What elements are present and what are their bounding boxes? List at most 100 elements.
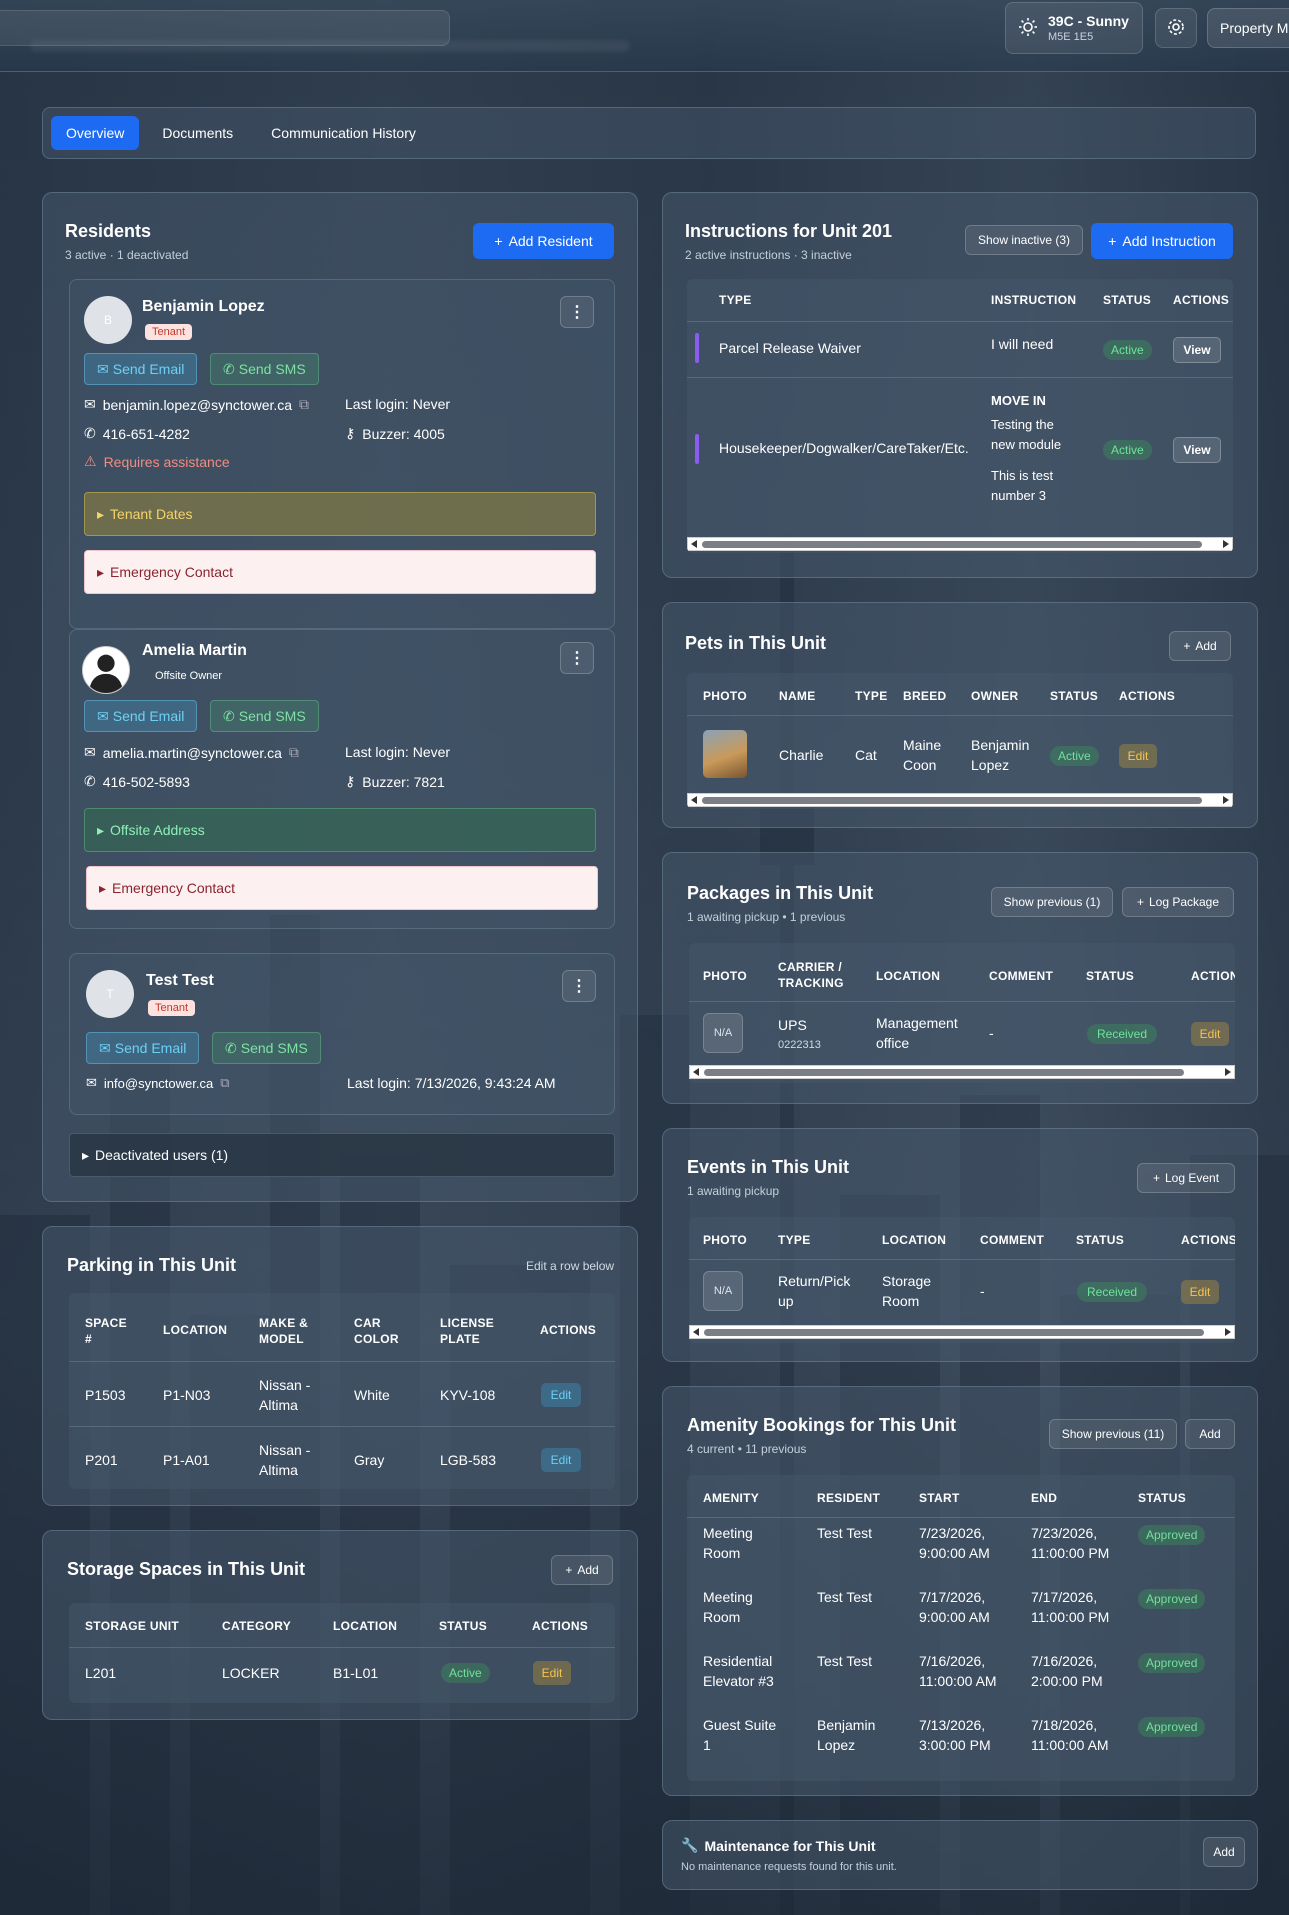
add-maintenance-button[interactable]: Add <box>1203 1837 1245 1867</box>
assistance-row: ⚠ Requires assistance <box>84 453 230 470</box>
caret-right-icon: ▸ <box>97 821 105 838</box>
role-badge: Tenant <box>145 324 193 340</box>
table-cell: Test Test <box>817 1525 872 1541</box>
deactivated-users-toggle[interactable]: ▸ Deactivated users (1) <box>69 1133 615 1177</box>
top-nav <box>30 40 630 52</box>
table-cell: Nissan - Altima <box>259 1377 311 1413</box>
edit-button[interactable]: Edit <box>541 1448 581 1472</box>
table-cell: 7/23/2026, 11:00:00 PM <box>1031 1525 1110 1561</box>
show-inactive-button[interactable]: Show inactive (3) <box>965 225 1083 255</box>
more-options-button[interactable]: ⋮ <box>562 970 596 1002</box>
edit-button[interactable]: Edit <box>1119 744 1157 768</box>
table-cell: Guest Suite 1 <box>703 1717 777 1753</box>
edit-button[interactable]: Edit <box>1191 1022 1229 1046</box>
edit-button[interactable]: Edit <box>533 1661 571 1685</box>
show-previous-button[interactable]: Show previous (1) <box>991 887 1113 917</box>
settings-button[interactable] <box>1155 8 1197 48</box>
table-cell: 7/18/2026, 11:00:00 AM <box>1031 1717 1109 1753</box>
view-button[interactable]: View <box>1173 337 1221 363</box>
send-email-button[interactable]: ✉ Send Email <box>84 353 198 385</box>
col-header: LOCATION <box>163 1323 228 1337</box>
residents-title: Residents <box>65 221 152 241</box>
col-header: MAKE & MODEL <box>259 1316 309 1346</box>
log-package-button[interactable]: + Log Package <box>1122 887 1234 917</box>
horizontal-scrollbar[interactable] <box>689 1065 1235 1079</box>
plus-icon: + <box>494 233 503 249</box>
role-badge: Tenant <box>148 1000 196 1016</box>
mail-icon: ✉ <box>86 1075 97 1090</box>
col-header: COMMENT <box>980 1233 1045 1247</box>
warning-icon: ⚠ <box>84 453 97 469</box>
col-header: CARRIER / TRACKING <box>778 960 844 990</box>
parking-title: Parking in This Unit <box>67 1255 237 1275</box>
log-event-button[interactable]: + Log Event <box>1137 1163 1235 1193</box>
storage-table: STORAGE UNIT CATEGORY LOCATION STATUS AC… <box>69 1603 615 1703</box>
add-instruction-button[interactable]: + Add Instruction <box>1091 223 1233 259</box>
table-cell: 7/23/2026, 9:00:00 AM <box>919 1525 990 1561</box>
tab-communication-history[interactable]: Communication History <box>256 116 431 150</box>
table-cell: B1-L01 <box>333 1665 379 1681</box>
phone-row: ✆ 416-502-5893 <box>84 773 190 790</box>
amenity-subtitle: 4 current • 11 previous <box>687 1442 807 1456</box>
phone-icon: ✆ <box>223 360 235 377</box>
send-sms-button[interactable]: ✆ Send SMS <box>210 353 319 385</box>
tenant-dates-toggle[interactable]: ▸ Tenant Dates <box>84 492 596 536</box>
copy-icon[interactable]: ⧉ <box>299 396 309 413</box>
send-sms-button[interactable]: ✆ Send SMS <box>210 700 319 732</box>
packages-subtitle: 1 awaiting pickup • 1 previous <box>687 910 846 924</box>
send-email-button[interactable]: ✉ Send Email <box>84 700 198 732</box>
table-cell: L201 <box>85 1665 117 1681</box>
add-booking-button[interactable]: Add <box>1185 1419 1235 1449</box>
col-header: INSTRUCTION <box>991 293 1077 307</box>
status-badge: Approved <box>1138 1589 1206 1609</box>
emergency-contact-toggle[interactable]: ▸ Emergency Contact <box>86 866 598 910</box>
col-header: STATUS <box>1103 293 1152 307</box>
caret-right-icon: ▸ <box>97 505 105 522</box>
pet-photo[interactable] <box>703 730 747 778</box>
tab-documents[interactable]: Documents <box>147 116 248 150</box>
copy-icon[interactable]: ⧉ <box>220 1075 229 1091</box>
edit-button[interactable]: Edit <box>1181 1280 1219 1304</box>
col-header: CATEGORY <box>222 1619 292 1633</box>
view-button[interactable]: View <box>1173 437 1221 463</box>
add-pet-button[interactable]: + Add <box>1169 631 1231 661</box>
table-cell: Residential Elevator #3 <box>703 1653 774 1689</box>
edit-button[interactable]: Edit <box>541 1383 581 1407</box>
table-cell: Meeting Room <box>703 1525 753 1561</box>
col-header: PHOTO <box>703 689 747 703</box>
status-badge: Active <box>441 1663 490 1683</box>
phone-row: ✆ 416-651-4282 <box>84 425 190 442</box>
col-header: BREED <box>903 689 947 703</box>
table-cell: Housekeeper/Dogwalker/CareTaker/Etc. <box>719 440 969 456</box>
table-cell: Charlie <box>779 747 824 763</box>
col-header: AMENITY <box>703 1491 760 1505</box>
table-cell: P1503 <box>85 1387 126 1403</box>
send-email-button[interactable]: ✉ Send Email <box>86 1032 200 1064</box>
more-options-button[interactable]: ⋮ <box>560 642 594 674</box>
more-options-button[interactable]: ⋮ <box>560 296 594 328</box>
property-menu-button[interactable]: Property M <box>1207 8 1289 48</box>
key-icon: ⚷ <box>345 773 356 789</box>
horizontal-scrollbar[interactable] <box>689 1325 1235 1339</box>
horizontal-scrollbar[interactable] <box>687 793 1233 807</box>
emergency-contact-toggle[interactable]: ▸ Emergency Contact <box>84 550 596 594</box>
col-header: COMMENT <box>989 969 1054 983</box>
copy-icon[interactable]: ⧉ <box>289 744 299 761</box>
horizontal-scrollbar[interactable] <box>687 537 1233 551</box>
add-storage-button[interactable]: + Add <box>551 1555 613 1585</box>
col-header: SPACE # <box>85 1316 127 1346</box>
col-header: ACTIONS <box>1173 293 1230 307</box>
show-previous-button[interactable]: Show previous (11) <box>1049 1419 1177 1449</box>
pets-table: PHOTO NAME TYPE BREED OWNER STATUS ACTIO… <box>687 673 1233 809</box>
plus-icon: + <box>1183 639 1191 653</box>
maintenance-header: 🔧 Maintenance for This Unit <box>681 1837 876 1854</box>
table-cell: P1-N03 <box>163 1387 211 1403</box>
tab-overview[interactable]: Overview <box>51 116 140 150</box>
add-resident-button[interactable]: + Add Resident <box>473 223 614 259</box>
table-cell: Gray <box>354 1452 385 1468</box>
amenity-title: Amenity Bookings for This Unit <box>687 1415 957 1435</box>
weather-widget[interactable]: 39C - Sunny M5E 1E5 <box>1005 2 1143 54</box>
status-badge: Active <box>1103 340 1152 360</box>
offsite-address-toggle[interactable]: ▸ Offsite Address <box>84 808 596 852</box>
send-sms-button[interactable]: ✆ Send SMS <box>212 1032 321 1064</box>
